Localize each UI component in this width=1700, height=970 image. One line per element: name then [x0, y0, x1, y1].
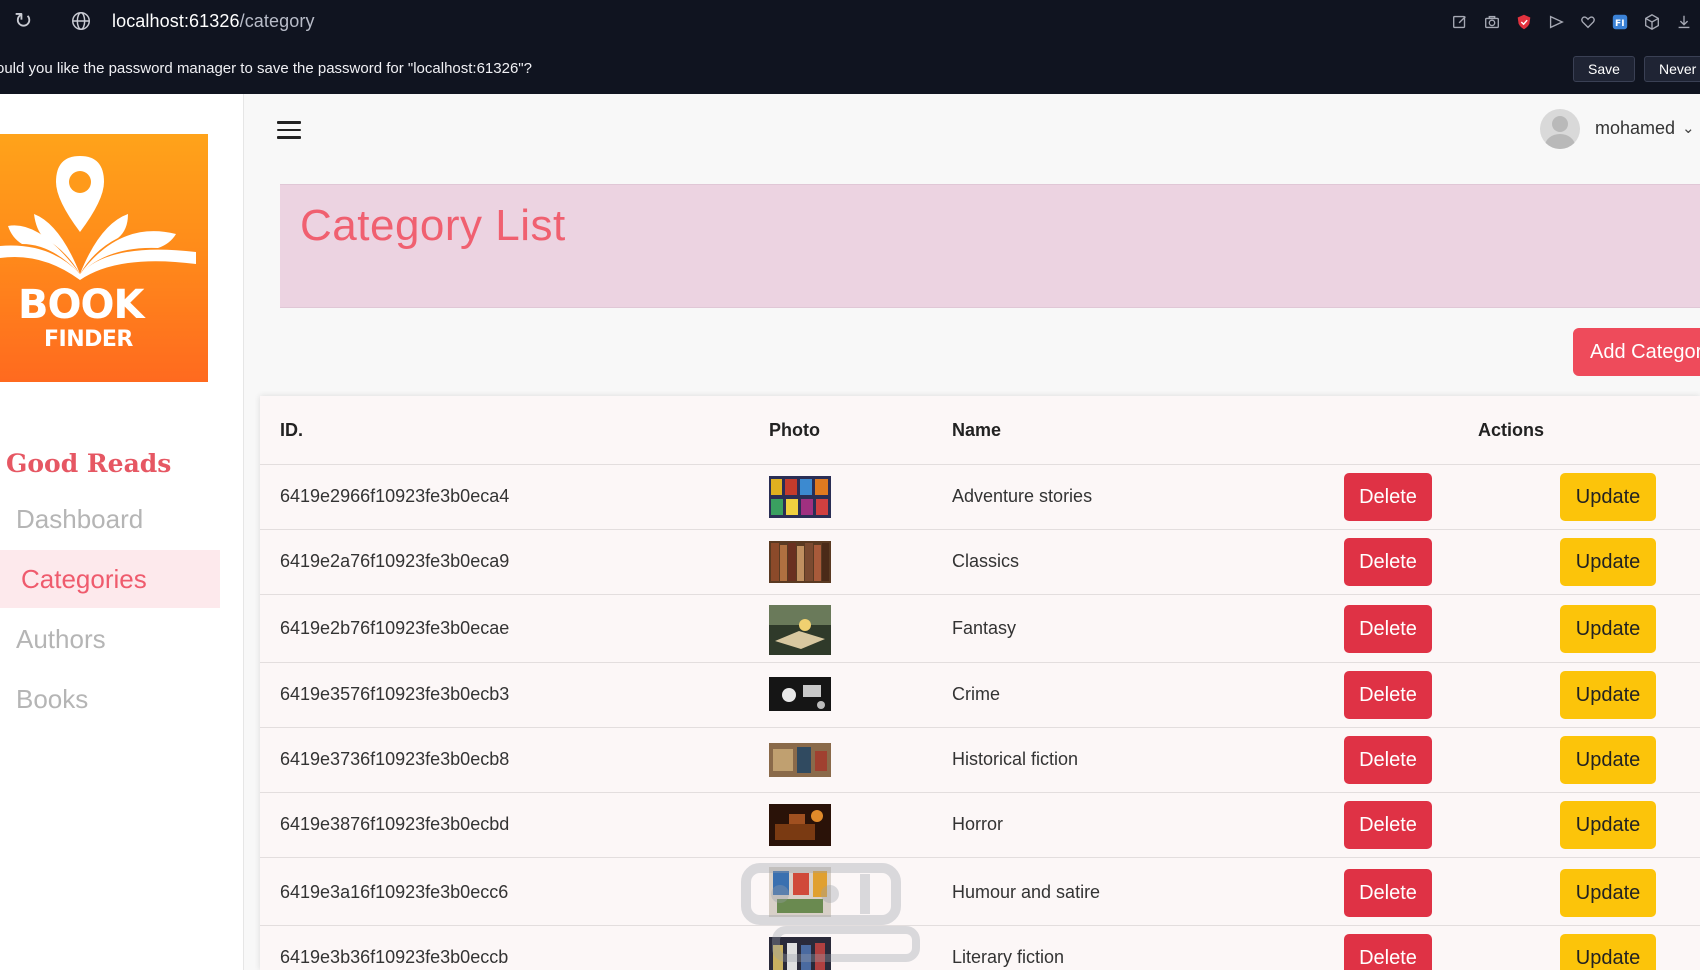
- logo-text-finder: FINDER: [44, 327, 133, 352]
- category-id: 6419e3736f10923fe3b0ecb8: [280, 749, 510, 769]
- update-button[interactable]: Update: [1560, 605, 1656, 653]
- sidebar-item-categories[interactable]: Categories: [0, 550, 220, 608]
- table-row: 6419e3576f10923fe3b0ecb3 Crime Delete Up…: [260, 662, 1700, 727]
- delete-button[interactable]: Delete: [1344, 605, 1432, 653]
- category-name: Crime: [952, 684, 1000, 704]
- password-save-bar: ould you like the password manager to sa…: [0, 44, 1700, 94]
- category-id: 6419e3b36f10923fe3b0eccb: [280, 947, 509, 967]
- delete-button[interactable]: Delete: [1344, 473, 1432, 521]
- update-button[interactable]: Update: [1560, 736, 1656, 784]
- delete-button[interactable]: Delete: [1344, 538, 1432, 586]
- category-name: Classics: [952, 551, 1020, 571]
- category-name: Horror: [952, 814, 1004, 834]
- update-button[interactable]: Update: [1560, 801, 1656, 849]
- header-name: Name: [952, 420, 1002, 440]
- update-button[interactable]: Update: [1560, 671, 1656, 719]
- table-row: 6419e2966f10923fe3b0eca4 Adventure stori…: [260, 464, 1700, 529]
- update-button[interactable]: Update: [1560, 869, 1656, 917]
- brand-title: Good Reads: [6, 449, 172, 478]
- delete-button[interactable]: Delete: [1344, 801, 1432, 849]
- table-row: 6419e2b76f10923fe3b0ecae Fantasy Delete …: [260, 594, 1700, 662]
- category-photo: [769, 804, 831, 846]
- globe-icon: [72, 12, 90, 30]
- table-row: 6419e2a76f10923fe3b0eca9 Classics Delete…: [260, 529, 1700, 594]
- category-name: Adventure stories: [952, 486, 1093, 506]
- heart-icon[interactable]: [1572, 9, 1604, 35]
- camera-icon[interactable]: [1476, 9, 1508, 35]
- extension-fi-icon[interactable]: FI: [1604, 9, 1636, 35]
- table-row: 6419e3736f10923fe3b0ecb8 Historical fict…: [260, 727, 1700, 792]
- category-photo: [769, 677, 831, 711]
- cube-icon[interactable]: [1636, 9, 1668, 35]
- add-category-button[interactable]: Add Category: [1573, 328, 1700, 376]
- menu-toggle-icon[interactable]: [277, 121, 301, 139]
- shield-icon[interactable]: [1508, 9, 1540, 35]
- category-photo: [769, 541, 831, 583]
- category-photo: [769, 476, 831, 518]
- header-photo: Photo: [769, 420, 820, 440]
- sidebar-item-authors[interactable]: Authors: [0, 610, 220, 668]
- category-photo: [769, 743, 831, 777]
- delete-button[interactable]: Delete: [1344, 671, 1432, 719]
- sidebar-item-dashboard[interactable]: Dashboard: [0, 490, 220, 548]
- category-id: 6419e2966f10923fe3b0eca4: [280, 486, 510, 506]
- category-table: ID. Photo Name Actions 6419e2966f10923fe…: [260, 396, 1700, 970]
- category-photo: [769, 937, 831, 970]
- category-id: 6419e3876f10923fe3b0ecbd: [280, 814, 510, 834]
- category-name: Literary fiction: [952, 947, 1065, 967]
- category-id: 6419e3576f10923fe3b0ecb3: [280, 684, 510, 704]
- never-save-button[interactable]: Never: [1644, 56, 1700, 82]
- category-name: Humour and satire: [952, 882, 1101, 902]
- header-id: ID.: [280, 420, 304, 440]
- page-title-card: Category List: [280, 184, 1700, 308]
- category-id: 6419e2a76f10923fe3b0eca9: [280, 551, 510, 571]
- category-photo: [769, 605, 831, 655]
- category-name: Historical fiction: [952, 749, 1079, 769]
- sidebar-item-books[interactable]: Books: [0, 670, 220, 728]
- delete-button[interactable]: Delete: [1344, 869, 1432, 917]
- download-icon[interactable]: [1668, 9, 1700, 35]
- avatar[interactable]: [1540, 109, 1580, 149]
- update-button[interactable]: Update: [1560, 538, 1656, 586]
- table-row: 6419e3b36f10923fe3b0eccb Literary fictio…: [260, 925, 1700, 970]
- password-prompt-text: ould you like the password manager to sa…: [0, 60, 532, 77]
- header-actions: Actions: [1478, 420, 1545, 440]
- send-icon[interactable]: [1540, 9, 1572, 35]
- page-title: Category List: [300, 201, 566, 250]
- user-name[interactable]: mohamed: [1595, 118, 1675, 139]
- browser-toolbar: ↻ localhost:61326/category FI: [0, 0, 1700, 44]
- table-row: 6419e3876f10923fe3b0ecbd Horror Delete U…: [260, 792, 1700, 857]
- book-finder-logo[interactable]: BOOK FINDER: [0, 134, 208, 382]
- category-photo: [769, 867, 831, 917]
- category-id: 6419e2b76f10923fe3b0ecae: [280, 618, 510, 638]
- address-bar[interactable]: localhost:61326/category: [112, 11, 315, 32]
- reload-icon[interactable]: ↻: [14, 9, 32, 33]
- category-name: Fantasy: [952, 618, 1017, 638]
- table-row: 6419e3a16f10923fe3b0ecc6 Humour and sati…: [260, 857, 1700, 925]
- svg-text:FI: FI: [1615, 19, 1625, 29]
- chevron-down-icon[interactable]: ⌄: [1682, 119, 1695, 137]
- update-button[interactable]: Update: [1560, 934, 1656, 970]
- edit-icon[interactable]: [1444, 9, 1476, 35]
- save-password-button[interactable]: Save: [1573, 56, 1635, 82]
- category-id: 6419e3a16f10923fe3b0ecc6: [280, 882, 509, 902]
- logo-text-book: BOOK: [18, 282, 144, 328]
- update-button[interactable]: Update: [1560, 473, 1656, 521]
- delete-button[interactable]: Delete: [1344, 736, 1432, 784]
- delete-button[interactable]: Delete: [1344, 934, 1432, 970]
- sidebar: BOOK FINDER Good Reads Dashboard Categor…: [0, 94, 244, 970]
